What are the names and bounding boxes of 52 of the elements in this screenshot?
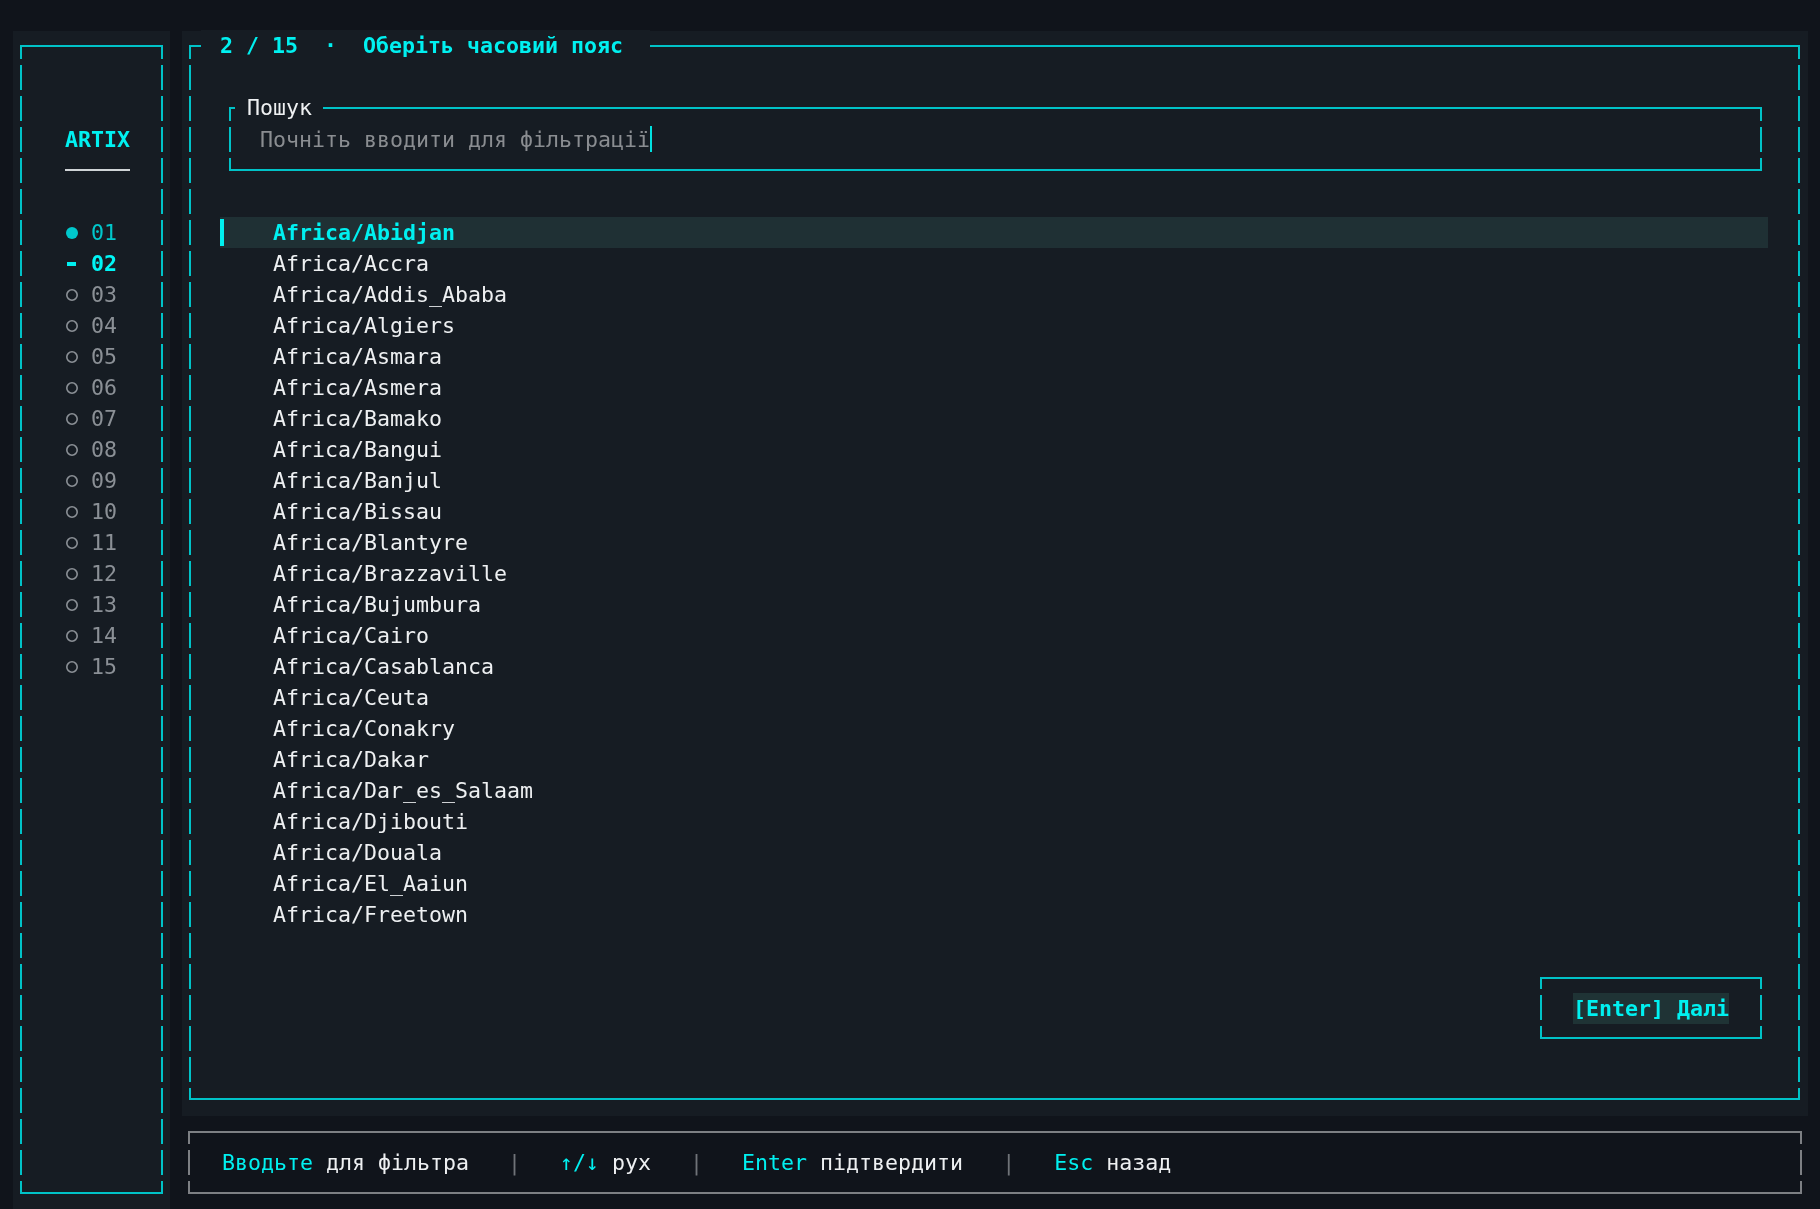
next-button[interactable]: [Enter] Далі — [1540, 977, 1762, 1039]
timezone-item[interactable]: Africa/Conakry — [220, 713, 1768, 744]
timezone-item[interactable]: Africa/El_Aaiun — [220, 868, 1768, 899]
timezone-item[interactable]: Africa/Cairo — [220, 620, 1768, 651]
timezone-item[interactable]: Africa/Banjul — [220, 465, 1768, 496]
action-label: назад — [1106, 1150, 1172, 1175]
step-number: 14 — [91, 622, 117, 650]
timezone-item[interactable]: Africa/Bamako — [220, 403, 1768, 434]
separator: | — [508, 1150, 522, 1175]
timezone-item[interactable]: Africa/Casablanca — [220, 651, 1768, 682]
timezone-item[interactable]: Africa/Accra — [220, 248, 1768, 279]
step-number: 07 — [91, 405, 117, 433]
step-number: 09 — [91, 467, 117, 495]
timezone-item[interactable]: Africa/Brazzaville — [220, 558, 1768, 589]
action-label: підтвердити — [820, 1150, 964, 1175]
step-number: 03 — [91, 281, 117, 309]
action-label: рух — [612, 1150, 652, 1175]
step-number: 05 — [91, 343, 117, 371]
timezone-item[interactable]: Africa/Abidjan — [220, 217, 1768, 248]
timezone-item[interactable]: Africa/Djibouti — [220, 806, 1768, 837]
step-number: 06 — [91, 374, 117, 402]
step-number: 11 — [91, 529, 117, 557]
step-number: 02 — [91, 250, 117, 278]
step-number: 12 — [91, 560, 117, 588]
timezone-item[interactable]: Africa/Asmera — [220, 372, 1768, 403]
separator: | — [1002, 1150, 1016, 1175]
step-number: 08 — [91, 436, 117, 464]
timezone-item[interactable]: Africa/Addis_Ababa — [220, 279, 1768, 310]
timezone-item[interactable]: Africa/Bissau — [220, 496, 1768, 527]
key-label: Esc — [1054, 1150, 1094, 1175]
key-label: Enter — [742, 1150, 808, 1175]
timezone-item[interactable]: Africa/Douala — [220, 837, 1768, 868]
separator: | — [690, 1150, 704, 1175]
timezone-item[interactable]: Africa/Dar_es_Salaam — [220, 775, 1768, 806]
step-number: 04 — [91, 312, 117, 340]
text-cursor-icon — [650, 126, 652, 152]
timezone-item[interactable]: Africa/Freetown — [220, 899, 1768, 930]
action-label: для фільтра — [326, 1150, 470, 1175]
timezone-item[interactable]: Africa/Algiers — [220, 310, 1768, 341]
step-number: 01 — [91, 219, 117, 247]
key-label: Вводьте — [222, 1150, 313, 1175]
timezone-item[interactable]: Africa/Ceuta — [220, 682, 1768, 713]
key-label: ↑/↓ — [560, 1150, 600, 1175]
step-number: 15 — [91, 653, 117, 681]
timezone-item[interactable]: Africa/Asmara — [220, 341, 1768, 372]
timezone-item[interactable]: Africa/Dakar — [220, 744, 1768, 775]
step-number: 10 — [91, 498, 117, 526]
timezone-item[interactable]: Africa/Bangui — [220, 434, 1768, 465]
timezone-item[interactable]: Africa/Bujumbura — [220, 589, 1768, 620]
logo-text: ARTIX — [65, 126, 130, 154]
step-number: 13 — [91, 591, 117, 619]
timezone-item[interactable]: Africa/Blantyre — [220, 527, 1768, 558]
